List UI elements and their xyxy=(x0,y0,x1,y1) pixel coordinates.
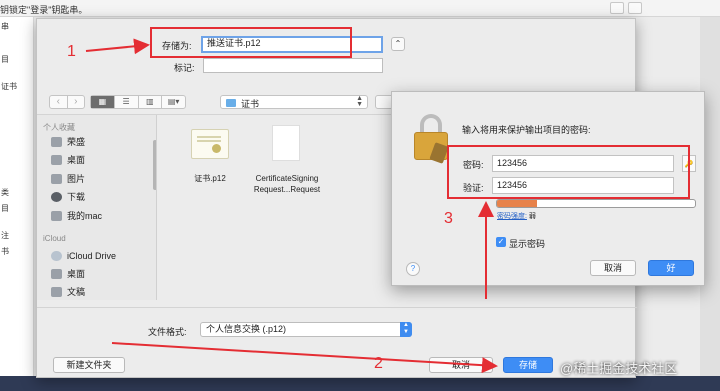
arrow-step-1 xyxy=(85,38,150,55)
arrow-step-2 xyxy=(111,342,498,374)
watermark-text: @稀土掘金技术社区 xyxy=(560,361,678,376)
annotation-arrows xyxy=(85,38,498,374)
